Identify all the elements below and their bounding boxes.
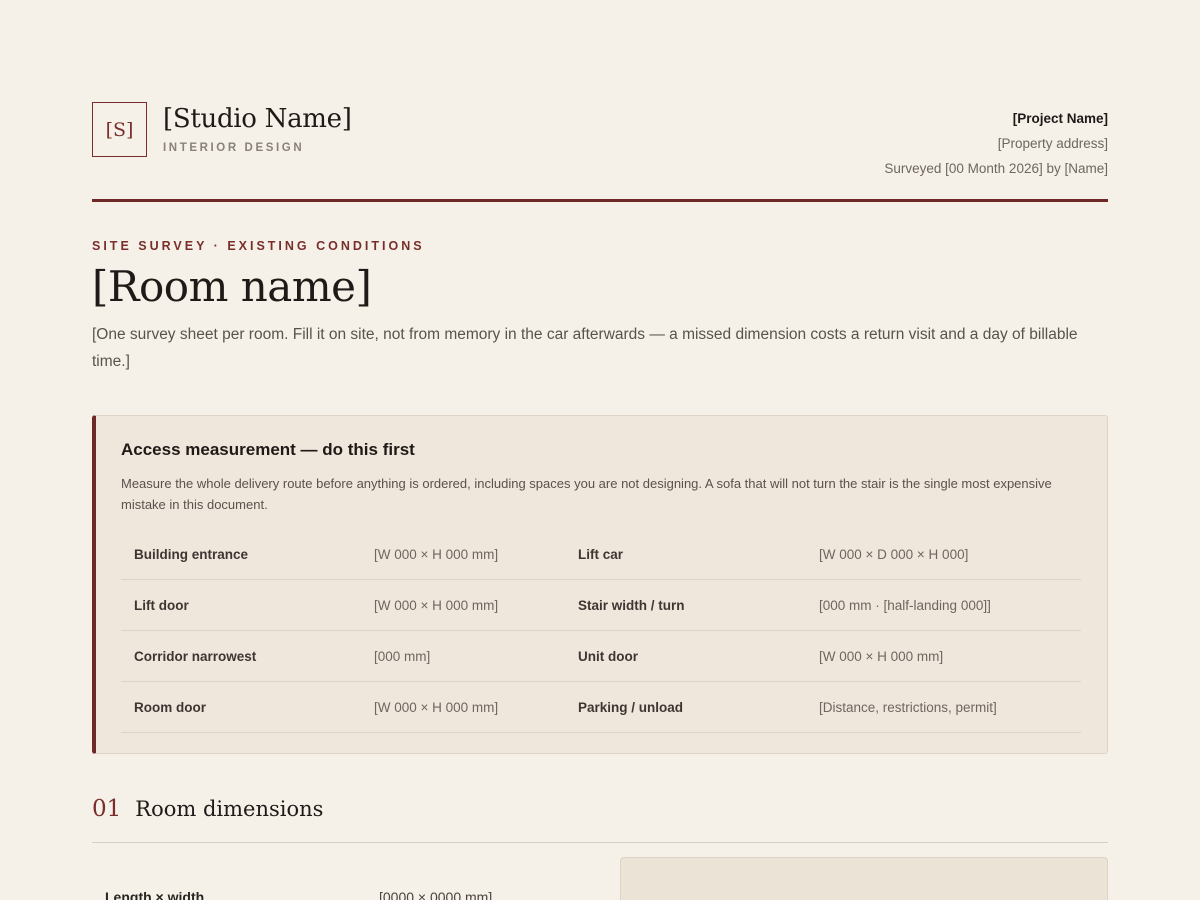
access-label: Unit door [578, 649, 638, 664]
table-row: Lift door [W 000 × H 000 mm] Stair width… [121, 580, 1081, 631]
access-title: Access measurement — do this first [121, 440, 415, 459]
section-title: Room dimensions [135, 797, 324, 821]
access-measurement-card: Access measurement — do this first Measu… [92, 415, 1108, 754]
access-value[interactable]: [W 000 × H 000 mm] [374, 580, 498, 631]
table-row: Building entrance [W 000 × H 000 mm] Lif… [121, 529, 1081, 580]
access-table: Building entrance [W 000 × H 000 mm] Lif… [121, 529, 1081, 733]
access-label: Building entrance [134, 547, 249, 562]
studio-logo: [S] [92, 102, 147, 157]
sketch-area[interactable] [620, 857, 1108, 900]
project-info: [Project Name] [Property address] Survey… [884, 106, 1108, 181]
access-value[interactable]: [W 000 × H 000 mm] [374, 682, 498, 733]
table-row: Corridor narrowest [000 mm] Unit door [W… [121, 631, 1081, 682]
table-row: Room door [W 000 × H 000 mm] Parking / u… [121, 682, 1081, 733]
access-value[interactable]: [W 000 × D 000 × H 000] [819, 529, 968, 580]
access-value[interactable]: [W 000 × H 000 mm] [374, 529, 498, 580]
intro-text: [One survey sheet per room. Fill it on s… [92, 326, 1078, 370]
access-description: Measure the whole delivery route before … [121, 476, 1052, 512]
access-label: Lift door [134, 598, 189, 613]
dimension-row: Length × width [0000 × 0000 mm] [92, 884, 592, 900]
document-kicker: SITE SURVEY · EXISTING CONDITIONS [92, 239, 425, 253]
access-label: Parking / unload [578, 700, 684, 715]
studio-name: [Studio Name] [163, 104, 352, 134]
dimension-label: Length × width [105, 889, 205, 900]
document-header: [S] [Studio Name] INTERIOR DESIGN [Proje… [92, 102, 1108, 182]
access-value[interactable]: [Distance, restrictions, permit] [819, 682, 997, 733]
access-value[interactable]: [000 mm] [374, 631, 430, 682]
header-divider [92, 199, 1108, 202]
section-divider [92, 842, 1108, 843]
room-title: [Room name] [92, 262, 372, 311]
access-label: Corridor narrowest [134, 649, 257, 664]
section-heading: 01 Room dimensions [92, 796, 323, 822]
project-name: [Project Name] [1012, 111, 1108, 126]
studio-subtitle: INTERIOR DESIGN [163, 142, 305, 154]
section-number: 01 [92, 796, 122, 822]
property-address: [Property address] [997, 136, 1108, 151]
access-value[interactable]: [W 000 × H 000 mm] [819, 631, 943, 682]
access-label: Room door [134, 700, 206, 715]
dimension-value[interactable]: [0000 × 0000 mm] [379, 889, 492, 900]
access-label: Stair width / turn [578, 598, 685, 613]
survey-date-line: Surveyed [00 Month 2026] by [Name] [884, 161, 1108, 176]
access-value[interactable]: [000 mm · [half-landing 000]] [819, 580, 991, 631]
survey-page: [S] [Studio Name] INTERIOR DESIGN [Proje… [0, 0, 1200, 900]
access-label: Lift car [578, 547, 624, 562]
